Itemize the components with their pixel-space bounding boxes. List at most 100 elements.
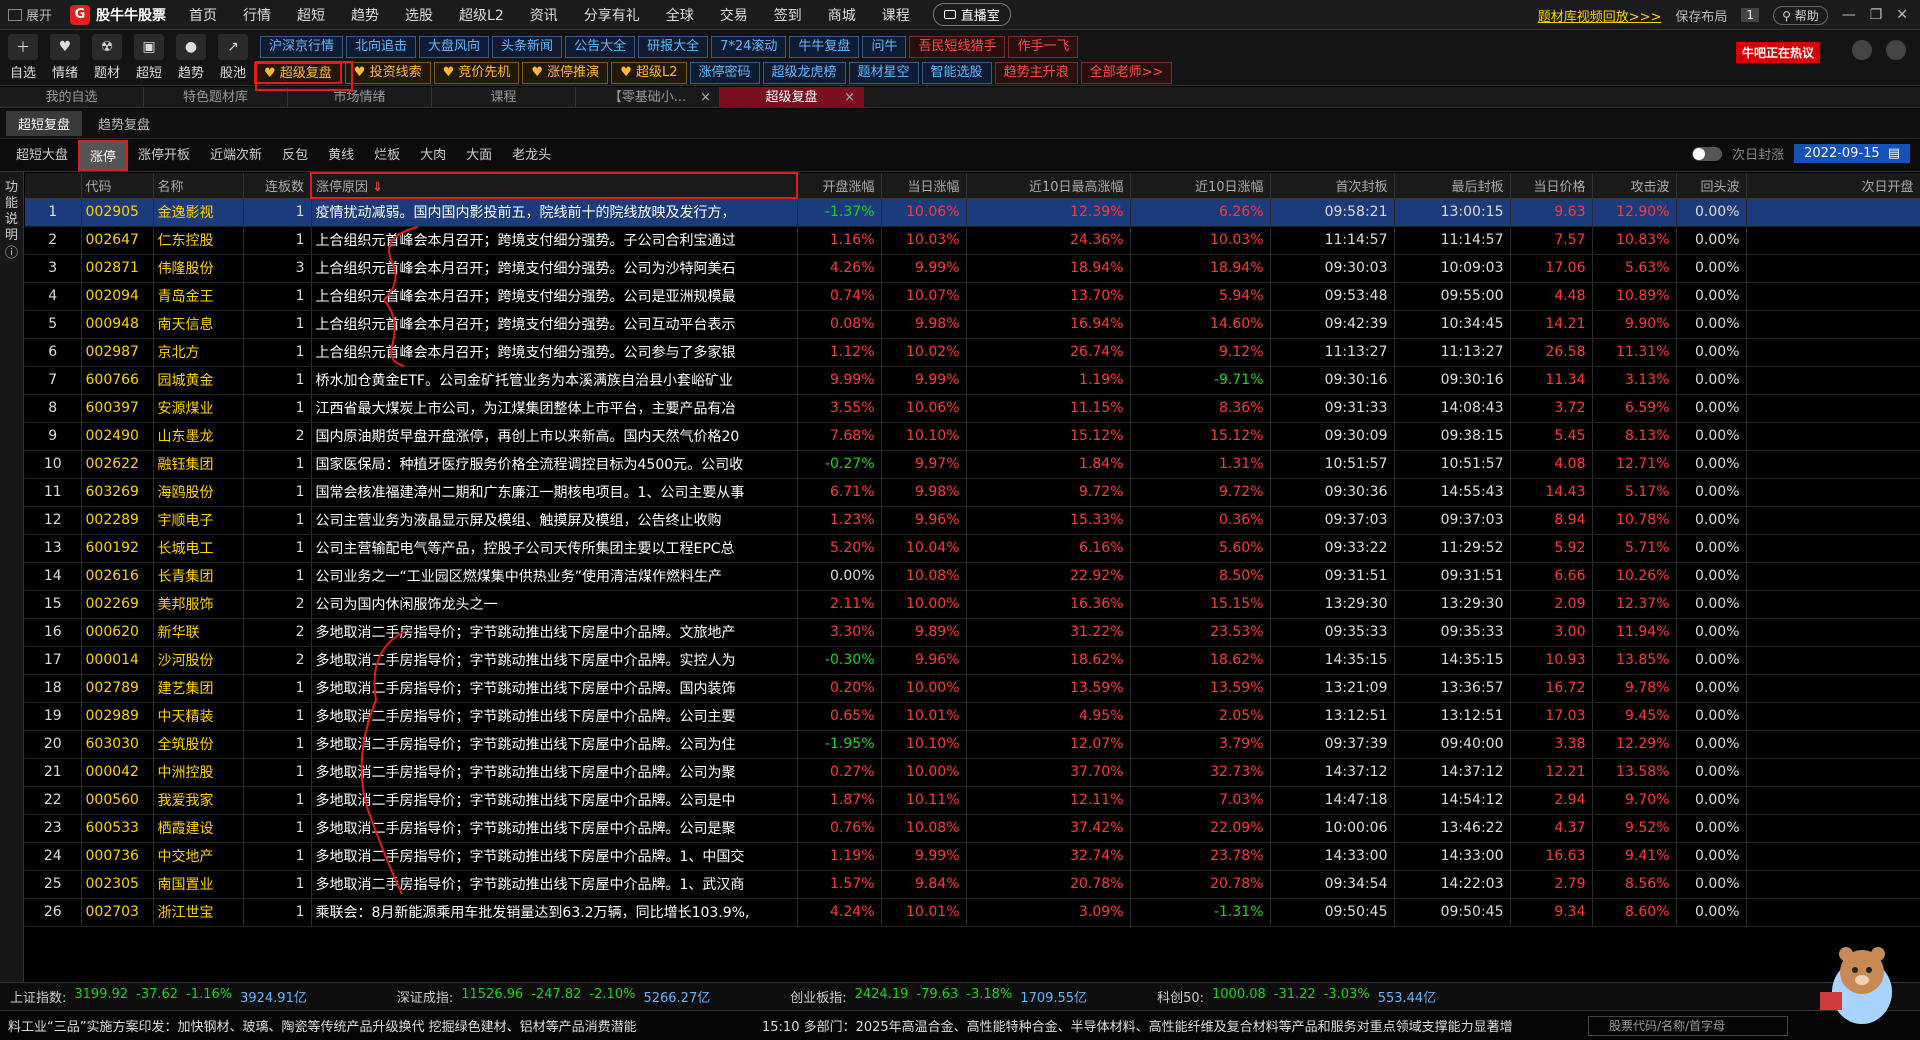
- tab-5[interactable]: 超级复盘 ×: [720, 87, 864, 107]
- menu-item-6[interactable]: 资讯: [517, 5, 571, 25]
- toolbar-icon-0[interactable]: ＋ 自选: [4, 34, 42, 81]
- column-header-2[interactable]: 名称: [153, 173, 244, 199]
- menu-item-0[interactable]: 首页: [176, 5, 230, 25]
- replay-link[interactable]: 题材库视频回放>>>: [1538, 6, 1662, 25]
- menu-item-1[interactable]: 行情: [230, 5, 284, 25]
- filter-tab-6[interactable]: 烂板: [364, 140, 410, 171]
- filter-tab-4[interactable]: 反包: [272, 140, 318, 171]
- filter-tab-8[interactable]: 大面: [456, 140, 502, 171]
- table-row[interactable]: 6 002987 京北方 1 上合组织元首峰会本月召开；跨境支付细分强势。公司参与了多家…: [25, 338, 1920, 367]
- column-header-5[interactable]: 开盘涨幅: [797, 173, 882, 199]
- table-row[interactable]: 10 002622 融钰集团 1 国家医保局：种植牙医疗服务价格全流程调控目标为4500…: [25, 450, 1920, 479]
- close-icon[interactable]: ×: [844, 87, 855, 108]
- table-row[interactable]: 8 600397 安源煤业 1 江西省最大煤炭上市公司，为江煤集团整体上市平台，主要产品…: [25, 394, 1920, 423]
- index-0[interactable]: 上证指数: 3199.92 -37.62 -1.16% 3924.91亿: [10, 987, 307, 1006]
- column-header-4[interactable]: 涨停原因 ⇓: [310, 172, 798, 199]
- menu-item-10[interactable]: 签到: [761, 5, 815, 25]
- support-icon[interactable]: [1886, 40, 1906, 60]
- subtab-1[interactable]: 趋势复盘: [86, 111, 162, 136]
- table-row[interactable]: 1 002905 金逸影视 1 疫情扰动减弱。国内国内影投前五，院线前十的院线放映及发行…: [25, 198, 1920, 227]
- column-header-6[interactable]: 当日涨幅: [881, 173, 967, 199]
- premium-button-1[interactable]: ♥ 投资线索: [344, 62, 431, 84]
- column-header-0[interactable]: [25, 173, 82, 199]
- tool-button-3[interactable]: 智能选股: [921, 62, 992, 84]
- ticker-text-right[interactable]: 15:10 多部门：2025年高温合金、高性能特种合金、半导体材料、高性能纤维及…: [762, 1016, 1582, 1035]
- teacher-button-0[interactable]: 吾民短线猎手: [909, 36, 1006, 58]
- filter-tab-7[interactable]: 大肉: [410, 140, 456, 171]
- teacher-button-1[interactable]: 作手一飞: [1008, 36, 1079, 58]
- premium-button-0[interactable]: ♥ 超级复盘: [254, 62, 342, 84]
- close-icon[interactable]: ×: [700, 87, 711, 108]
- trend-button-0[interactable]: 趋势主升浪: [994, 62, 1078, 84]
- table-row[interactable]: 4 002094 青岛金王 1 上合组织元首峰会本月召开；跨境支付细分强势。公司是亚洲规…: [25, 282, 1920, 311]
- table-row[interactable]: 11 603269 海鸥股份 1 国常会核准福建漳州二期和广东廉江一期核电项目。1、公司…: [25, 478, 1920, 507]
- table-row[interactable]: 2 002647 仁东控股 1 上合组织元首峰会本月召开；跨境支付细分强势。子公司合利宝…: [25, 226, 1920, 255]
- next-day-limit-toggle[interactable]: [1692, 146, 1723, 161]
- premium-button-4[interactable]: ♥ 超级L2: [611, 62, 687, 84]
- tab-3[interactable]: 课程: [432, 87, 576, 107]
- quick-button-5[interactable]: 研报大全: [638, 36, 709, 58]
- table-row[interactable]: 16 000620 新华联 2 多地取消二手房指导价；字节跳动推出线下房屋中介品牌。文旅…: [25, 618, 1920, 647]
- menu-item-3[interactable]: 趋势: [338, 5, 392, 25]
- quick-button-1[interactable]: 北向追击: [346, 36, 417, 58]
- minimize-icon[interactable]: —: [1842, 7, 1856, 23]
- menu-item-9[interactable]: 交易: [707, 5, 761, 25]
- close-icon[interactable]: ✕: [1896, 7, 1908, 23]
- menu-item-4[interactable]: 选股: [392, 5, 446, 25]
- column-header-9[interactable]: 首次封板: [1270, 173, 1395, 199]
- column-header-11[interactable]: 当日价格: [1510, 173, 1593, 199]
- quick-button-3[interactable]: 头条新闻: [492, 36, 563, 58]
- tab-1[interactable]: 特色题材库: [144, 87, 288, 107]
- function-description-panel[interactable]: 功能说明 ⓘ: [0, 172, 24, 982]
- table-row[interactable]: 24 000736 中交地产 1 多地取消二手房指导价；字节跳动推出线下房屋中介品牌。1…: [25, 842, 1920, 871]
- premium-button-3[interactable]: ♥ 涨停推演: [522, 62, 609, 84]
- filter-tab-3[interactable]: 近端次新: [200, 140, 272, 171]
- quick-button-7[interactable]: 牛牛复盘: [789, 36, 860, 58]
- help-button[interactable]: ⚲ 帮助: [1773, 5, 1828, 25]
- date-picker[interactable]: 2022-09-15 ▤: [1794, 144, 1910, 163]
- quick-button-2[interactable]: 大盘风向: [419, 36, 490, 58]
- column-header-12[interactable]: 攻击波: [1592, 173, 1677, 199]
- filter-tab-2[interactable]: 涨停开板: [128, 140, 200, 171]
- bear-mascot-icon[interactable]: [1810, 930, 1900, 1030]
- index-3[interactable]: 科创50: 1000.08 -31.22 -3.03% 553.44亿: [1157, 987, 1436, 1006]
- sort-desc-icon[interactable]: ⇓: [368, 180, 383, 195]
- column-header-7[interactable]: 近10日最高涨幅: [966, 173, 1131, 199]
- menu-item-7[interactable]: 分享有礼: [571, 5, 653, 25]
- subtab-0[interactable]: 超短复盘: [6, 111, 83, 136]
- table-row[interactable]: 20 603030 全筑股份 1 多地取消二手房指导价；字节跳动推出线下房屋中介品牌。公…: [25, 730, 1920, 759]
- menu-item-11[interactable]: 商城: [815, 5, 869, 25]
- table-row[interactable]: 18 002789 建艺集团 1 多地取消二手房指导价；字节跳动推出线下房屋中介品牌。国…: [25, 674, 1920, 703]
- table-row[interactable]: 23 600533 栖霞建设 1 多地取消二手房指导价；字节跳动推出线下房屋中介品牌。公…: [25, 814, 1920, 843]
- toolbar-icon-3[interactable]: ▣ 超短: [130, 34, 168, 81]
- table-row[interactable]: 14 002616 长青集团 1 公司业务之一“工业园区燃煤集中供热业务”使用清洁煤作燃…: [25, 562, 1920, 591]
- table-row[interactable]: 7 600766 园城黄金 1 桥水加仓黄金ETF。公司金矿托管业务为本溪满族自治县小套…: [25, 366, 1920, 395]
- table-row[interactable]: 22 000560 我爱我家 1 多地取消二手房指导价；字节跳动推出线下房屋中介品牌。公…: [25, 786, 1920, 815]
- quick-button-0[interactable]: 沪深京行情: [260, 36, 344, 58]
- live-room-button[interactable]: 直播室: [932, 3, 1011, 26]
- quick-button-6[interactable]: 7*24滚动: [711, 36, 787, 58]
- filter-tab-1[interactable]: 涨停: [78, 140, 129, 171]
- column-header-13[interactable]: 回头波: [1676, 173, 1747, 199]
- index-2[interactable]: 创业板指: 2424.19 -79.63 -3.18% 1709.55亿: [790, 987, 1087, 1006]
- column-header-10[interactable]: 最后封板: [1394, 173, 1511, 199]
- filter-tab-5[interactable]: 黄线: [318, 140, 364, 171]
- table-row[interactable]: 19 002989 中天精装 1 多地取消二手房指导价；字节跳动推出线下房屋中介品牌。公…: [25, 702, 1920, 731]
- tool-button-1[interactable]: 超级龙虎榜: [762, 62, 846, 84]
- expand-button[interactable]: 展开: [0, 5, 60, 24]
- index-1[interactable]: 深证成指: 11526.96 -247.82 -2.10% 5266.27亿: [397, 987, 710, 1006]
- filter-tab-0[interactable]: 超短大盘: [6, 140, 78, 171]
- table-row[interactable]: 5 000948 南天信息 1 上合组织元首峰会本月召开；跨境支付细分强势。公司互动平台…: [25, 310, 1920, 339]
- tool-button-0[interactable]: 涨停密码: [689, 62, 760, 84]
- quick-button-4[interactable]: 公告大全: [565, 36, 636, 58]
- menu-item-12[interactable]: 课程: [869, 5, 923, 25]
- table-row[interactable]: 9 002490 山东墨龙 2 国内原油期货早盘开盘涨停，再创上市以来新高。国内天然气价…: [25, 422, 1920, 451]
- tab-0[interactable]: 我的自选: [0, 87, 144, 107]
- trend-button-1[interactable]: 全部老师>>: [1080, 62, 1173, 84]
- table-row[interactable]: 25 002305 南国置业 1 多地取消二手房指导价；字节跳动推出线下房屋中介品牌。1…: [25, 870, 1920, 899]
- tool-button-2[interactable]: 题材星空: [848, 62, 919, 84]
- ticker-text-left[interactable]: 料工业“三品”实施方案印发：加快钢材、玻璃、陶瓷等传统产品升级换代 挖掘绿色建材…: [8, 1016, 708, 1035]
- column-header-14[interactable]: 次日开盘: [1746, 173, 1920, 199]
- table-row[interactable]: 21 000042 中洲控股 1 多地取消二手房指导价；字节跳动推出线下房屋中介品牌。公…: [25, 758, 1920, 787]
- table-row[interactable]: 13 600192 长城电工 1 公司主营输配电气等产品，控股子公司天传所集团主要以工程…: [25, 534, 1920, 563]
